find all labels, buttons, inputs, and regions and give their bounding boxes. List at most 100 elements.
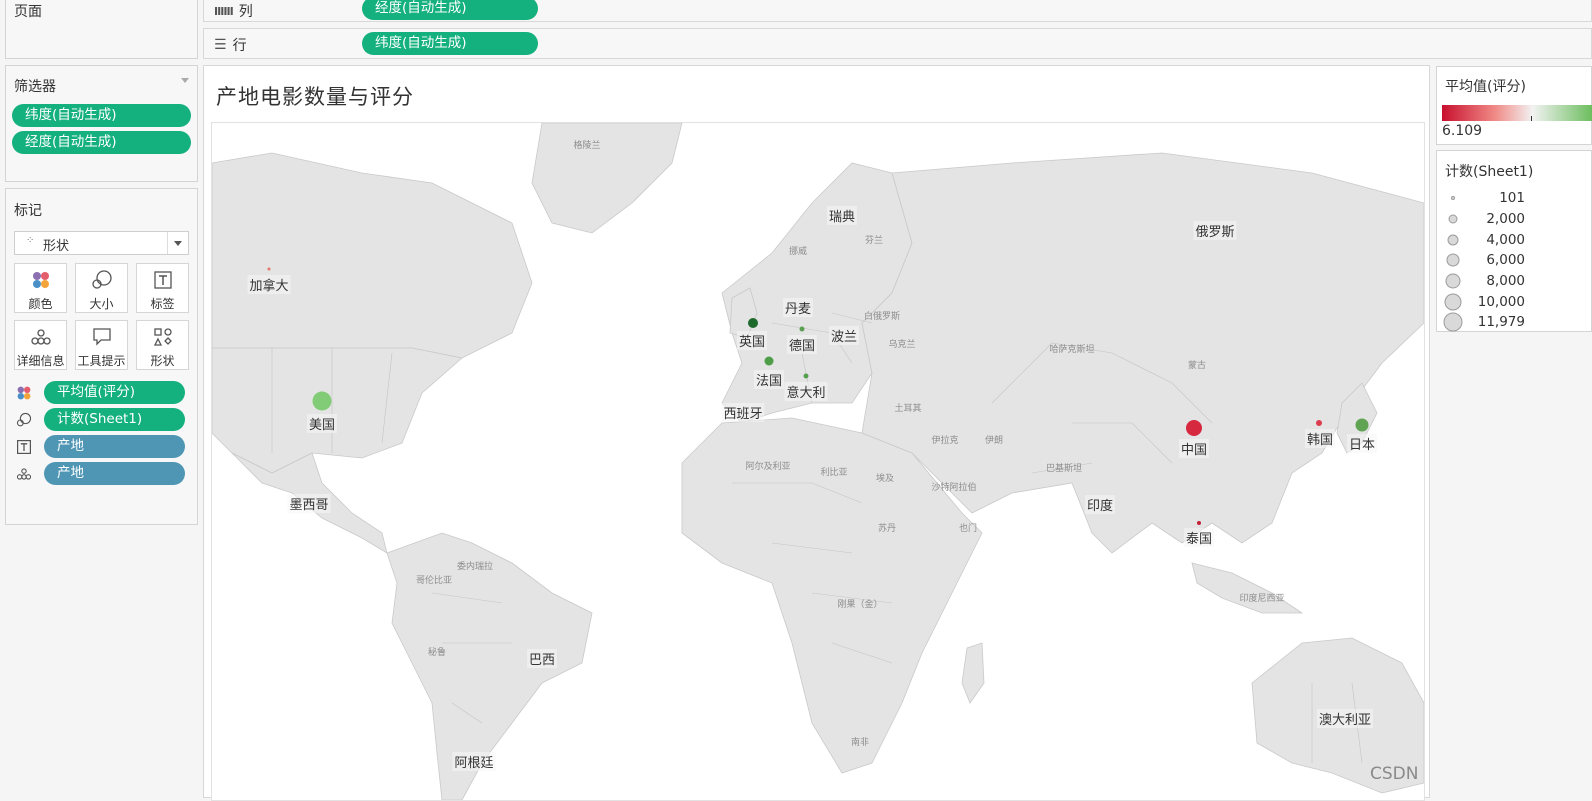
pill-origin-label[interactable]: 产地 [44,435,185,458]
label-mexico: 墨西哥 [287,494,331,513]
bg-label-drc: 刚果（金） [837,600,883,610]
label-canada: 加拿大 [247,275,291,294]
pill-origin-detail[interactable]: 产地 [44,462,185,485]
bg-label-greenland: 格陵兰 [573,141,601,151]
mark-field-detail[interactable]: 产地 [16,462,194,486]
color-button-label: 颜色 [28,297,53,311]
columns-icon: ⅡⅡⅡ [214,4,234,18]
label-sweden: 瑞典 [826,206,858,225]
filters-menu-icon[interactable] [181,78,189,83]
label-usa: 美国 [306,414,338,433]
mark-field-label[interactable]: 产地 [16,435,194,459]
size-legend-item: 11,979 [1437,312,1587,332]
bg-label-sudan: 苏丹 [877,524,897,534]
mark-usa[interactable] [312,391,332,411]
pill-avg-rating[interactable]: 平均值(评分) [44,381,185,404]
label-china: 中国 [1178,439,1210,458]
mark-japan[interactable] [1355,418,1369,432]
size-legend-item: 10,000 [1437,292,1587,312]
label-uk: 英国 [736,331,768,350]
filters-title: 筛选器 [14,79,56,95]
tooltip-button-label: 工具提示 [77,354,126,368]
bg-label-mongolia: 蒙古 [1187,361,1207,371]
size-legend-title: 计数(Sheet1) [1445,164,1534,180]
rows-label: 行 [232,38,247,54]
filter-pill-longitude[interactable]: 经度(自动生成) [12,131,191,154]
columns-pill-longitude[interactable]: 经度(自动生成) [362,0,538,20]
label-germany: 德国 [786,335,818,354]
label-denmark: 丹麦 [782,298,814,317]
size-legend-item: 4,000 [1437,230,1587,250]
mark-italy[interactable] [803,373,809,379]
color-legend-marker [1531,116,1532,121]
label-france: 法国 [753,370,785,389]
pill-count-sheet1[interactable]: 计数(Sheet1) [44,408,185,431]
rows-pill-latitude[interactable]: 纬度(自动生成) [362,32,538,55]
size-legend-circle [1444,293,1462,311]
size-legend-circle [1447,234,1459,246]
bg-label-indonesia: 印度尼西亚 [1239,594,1285,604]
label-italy: 意大利 [784,382,828,401]
bg-label-pakistan: 巴基斯坦 [1045,464,1083,474]
mark-germany[interactable] [799,326,805,332]
mark-china[interactable] [1186,420,1202,436]
label-korea: 韩国 [1304,429,1336,448]
size-legend-circle [1445,273,1461,289]
bg-label-colombia: 哥伦比亚 [415,576,453,586]
color-legend-min: 6.109 [1442,123,1483,139]
shape-button[interactable]: 形状 [136,320,189,370]
mark-field-size[interactable]: 计数(Sheet1) [16,408,194,432]
color-legend: 平均值(评分) 6.109 [1436,66,1592,145]
filter-pill-latitude[interactable]: 纬度(自动生成) [12,104,191,127]
columns-shelf[interactable]: ⅡⅡⅡ 列 经度(自动生成) [203,0,1592,22]
mark-thailand[interactable] [1197,521,1201,525]
bg-label-belarus: 白俄罗斯 [863,312,901,322]
shape-button-label: 形状 [150,354,175,368]
color-legend-title: 平均值(评分) [1445,79,1526,95]
bg-label-libya: 利比亚 [820,468,848,478]
size-legend: 计数(Sheet1) 101 2,000 4,000 6,000 8,000 1… [1436,150,1592,332]
detail-icon [15,327,66,347]
pages-title: 页面 [14,4,42,20]
color-button[interactable]: 颜色 [14,263,67,313]
marks-title: 标记 [14,203,42,219]
size-button-label: 大小 [89,297,114,311]
mark-uk[interactable] [748,318,758,328]
label-poland: 波兰 [828,326,860,345]
mark-field-color[interactable]: 平均值(评分) [16,381,194,405]
worksheet: 产地电影数量与评分 格陵兰 挪威 芬兰 白俄罗斯 乌克兰 哈萨克斯坦 蒙古 土耳… [203,65,1430,801]
bg-label-ukraine: 乌克兰 [888,340,916,350]
bg-label-egypt: 埃及 [875,474,895,484]
tooltip-button[interactable]: 工具提示 [75,320,128,370]
label-japan: 日本 [1346,434,1378,453]
marks-card: 标记 ⁘ 形状 颜色 大小 标签 详细信息 工具提示 形状 平均值(评分) 计数… [5,188,198,525]
size-button[interactable]: 大小 [75,263,128,313]
label-russia: 俄罗斯 [1193,221,1237,240]
bg-label-turkey: 土耳其 [894,404,922,414]
mark-type-dropdown[interactable]: ⁘ 形状 [14,231,189,255]
size-legend-circle [1443,312,1463,332]
mark-canada[interactable] [267,267,271,271]
bg-label-finland: 芬兰 [864,236,884,246]
label-icon [137,270,188,290]
shape-small-icon: ⁘ [26,235,35,246]
label-brazil: 巴西 [526,649,558,668]
mark-type-label: 形状 [43,239,70,254]
size-legend-item: 2,000 [1437,209,1587,229]
color-icon [15,270,66,290]
rows-shelf[interactable]: ☰ 行 纬度(自动生成) [203,28,1592,59]
label-button[interactable]: 标签 [136,263,189,313]
map-view[interactable]: 格陵兰 挪威 芬兰 白俄罗斯 乌克兰 哈萨克斯坦 蒙古 土耳其 伊拉克 伊朗 沙… [211,122,1425,801]
size-icon [76,270,127,290]
bg-label-algeria: 阿尔及利亚 [745,462,791,472]
size-legend-circle [1446,253,1460,267]
bg-label-saudi: 沙特阿拉伯 [931,483,977,493]
mark-france[interactable] [764,356,774,366]
mark-korea[interactable] [1316,420,1322,426]
size-legend-circle [1451,196,1455,200]
detail-button[interactable]: 详细信息 [14,320,67,370]
pages-card: 页面 [5,0,198,59]
bg-label-yemen: 也门 [958,524,978,534]
label-india: 印度 [1084,495,1116,514]
columns-label: 列 [238,4,253,20]
